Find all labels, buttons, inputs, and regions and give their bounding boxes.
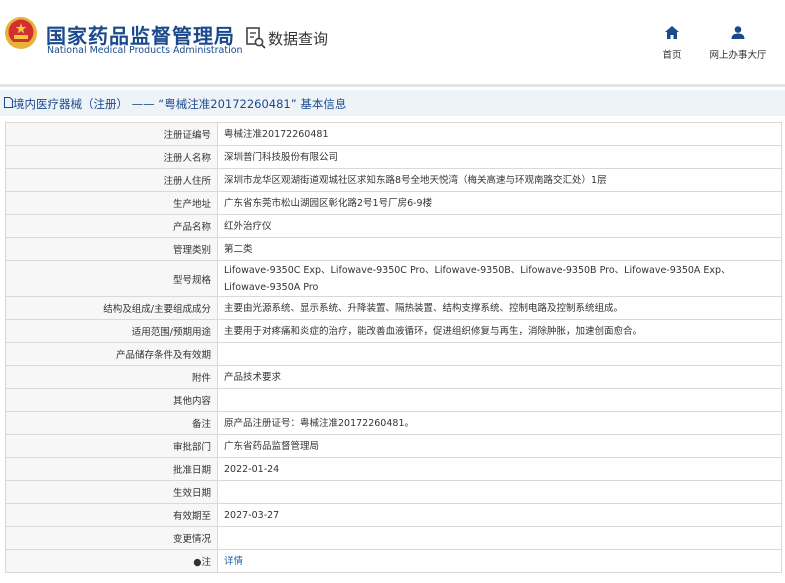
table-row: 管理类别 第二类 <box>5 237 782 261</box>
row-value: 2027-03-27 <box>217 503 782 527</box>
row-value: 红外治疗仪 <box>217 214 782 238</box>
table-row: 审批部门 广东省药品监督管理局 <box>5 434 782 458</box>
row-label: 注册人住所 <box>5 168 218 192</box>
row-value: 产品技术要求 <box>217 365 782 389</box>
row-value <box>217 526 782 550</box>
row-label: 有效期至 <box>5 503 218 527</box>
table-row: 生产地址 广东省东莞市松山湖园区彰化路2号1号厂房6-9楼 <box>5 191 782 215</box>
row-label: ●注 <box>5 549 218 573</box>
row-label: 型号规格 <box>5 260 218 297</box>
row-value: 主要用于对疼痛和炎症的治疗，能改善血液循环，促进组织修复与再生，消除肿胀，加速创… <box>217 319 782 343</box>
row-value: 2022-01-24 <box>217 457 782 481</box>
data-query-title: 数据查询 <box>268 30 329 48</box>
table-row: 批准日期 2022-01-24 <box>5 457 782 481</box>
site-header: 国家药品监督管理局 National Medical Products Admi… <box>0 0 785 78</box>
table-row: 型号规格 Lifowave-9350C Exp、Lifowave-9350C Pr… <box>5 260 782 297</box>
row-value: 主要由光源系统、显示系统、升降装置、隔热装置、结构支撑系统、控制电路及控制系统组… <box>217 296 782 320</box>
row-value <box>217 342 782 366</box>
row-label: 产品名称 <box>5 214 218 238</box>
row-label: 管理类别 <box>5 237 218 261</box>
nav-home[interactable]: 首页 <box>652 24 692 61</box>
document-icon <box>4 97 13 108</box>
table-row: ●注 详情 <box>5 549 782 573</box>
row-label: 产品储存条件及有效期 <box>5 342 218 366</box>
national-emblem-icon <box>5 17 37 49</box>
nav-home-label: 首页 <box>662 50 682 61</box>
brand-subtitle: National Medical Products Administration <box>47 45 243 56</box>
row-label: 结构及组成/主要组成成分 <box>5 296 218 320</box>
home-icon <box>665 26 679 39</box>
row-label: 适用范围/预期用途 <box>5 319 218 343</box>
row-value: 深圳市龙华区观湖街道观城社区求知东路8号全地天悦湾（梅关高速与环观南路交汇处）1… <box>217 168 782 192</box>
row-value: 原产品注册证号：粤械注准20172260481。 <box>217 411 782 435</box>
table-row: 附件 产品技术要求 <box>5 365 782 389</box>
user-icon <box>731 26 745 39</box>
table-row: 产品名称 红外治疗仪 <box>5 214 782 238</box>
row-label: 注册人名称 <box>5 145 218 169</box>
nav-online-hall[interactable]: 网上办事大厅 <box>703 24 773 61</box>
breadcrumb-text: 境内医疗器械（注册） —— “粤械注准20172260481” 基本信息 <box>13 97 347 111</box>
row-value: 广东省东莞市松山湖园区彰化路2号1号厂房6-9楼 <box>217 191 782 215</box>
row-label: 生效日期 <box>5 480 218 504</box>
table-row: 生效日期 <box>5 480 782 504</box>
table-row: 适用范围/预期用途 主要用于对疼痛和炎症的治疗，能改善血液循环，促进组织修复与再生… <box>5 319 782 343</box>
row-label: 注册证编号 <box>5 122 218 146</box>
table-row: 变更情况 <box>5 526 782 550</box>
row-label: 其他内容 <box>5 388 218 412</box>
table-row: 有效期至 2027-03-27 <box>5 503 782 527</box>
row-value <box>217 388 782 412</box>
table-row: 注册人住所 深圳市龙华区观湖街道观城社区求知东路8号全地天悦湾（梅关高速与环观南路… <box>5 168 782 192</box>
detail-table: 注册证编号 粤械注准20172260481 注册人名称 深圳普门科技股份有限公司 注… <box>5 122 782 573</box>
header-divider <box>0 84 785 87</box>
table-row: 备注 原产品注册证号：粤械注准20172260481。 <box>5 411 782 435</box>
row-label: 批准日期 <box>5 457 218 481</box>
row-label: 生产地址 <box>5 191 218 215</box>
row-value: 深圳普门科技股份有限公司 <box>217 145 782 169</box>
row-value: 广东省药品监督管理局 <box>217 434 782 458</box>
row-label: 备注 <box>5 411 218 435</box>
data-query-icon <box>246 27 266 49</box>
details-link[interactable]: 详情 <box>224 556 243 567</box>
breadcrumb: 境内医疗器械（注册） —— “粤械注准20172260481” 基本信息 <box>0 90 785 116</box>
table-row: 产品储存条件及有效期 <box>5 342 782 366</box>
row-value: 粤械注准20172260481 <box>217 122 782 146</box>
row-label: 审批部门 <box>5 434 218 458</box>
nav-online-hall-label: 网上办事大厅 <box>709 50 767 61</box>
row-value <box>217 480 782 504</box>
table-row: 结构及组成/主要组成成分 主要由光源系统、显示系统、升降装置、隔热装置、结构支撑系… <box>5 296 782 320</box>
table-row: 注册人名称 深圳普门科技股份有限公司 <box>5 145 782 169</box>
row-label: 附件 <box>5 365 218 389</box>
row-value: 第二类 <box>217 237 782 261</box>
table-row: 其他内容 <box>5 388 782 412</box>
row-value: Lifowave-9350C Exp、Lifowave-9350C Pro、Li… <box>217 260 782 297</box>
table-row: 注册证编号 粤械注准20172260481 <box>5 122 782 146</box>
row-label: 变更情况 <box>5 526 218 550</box>
